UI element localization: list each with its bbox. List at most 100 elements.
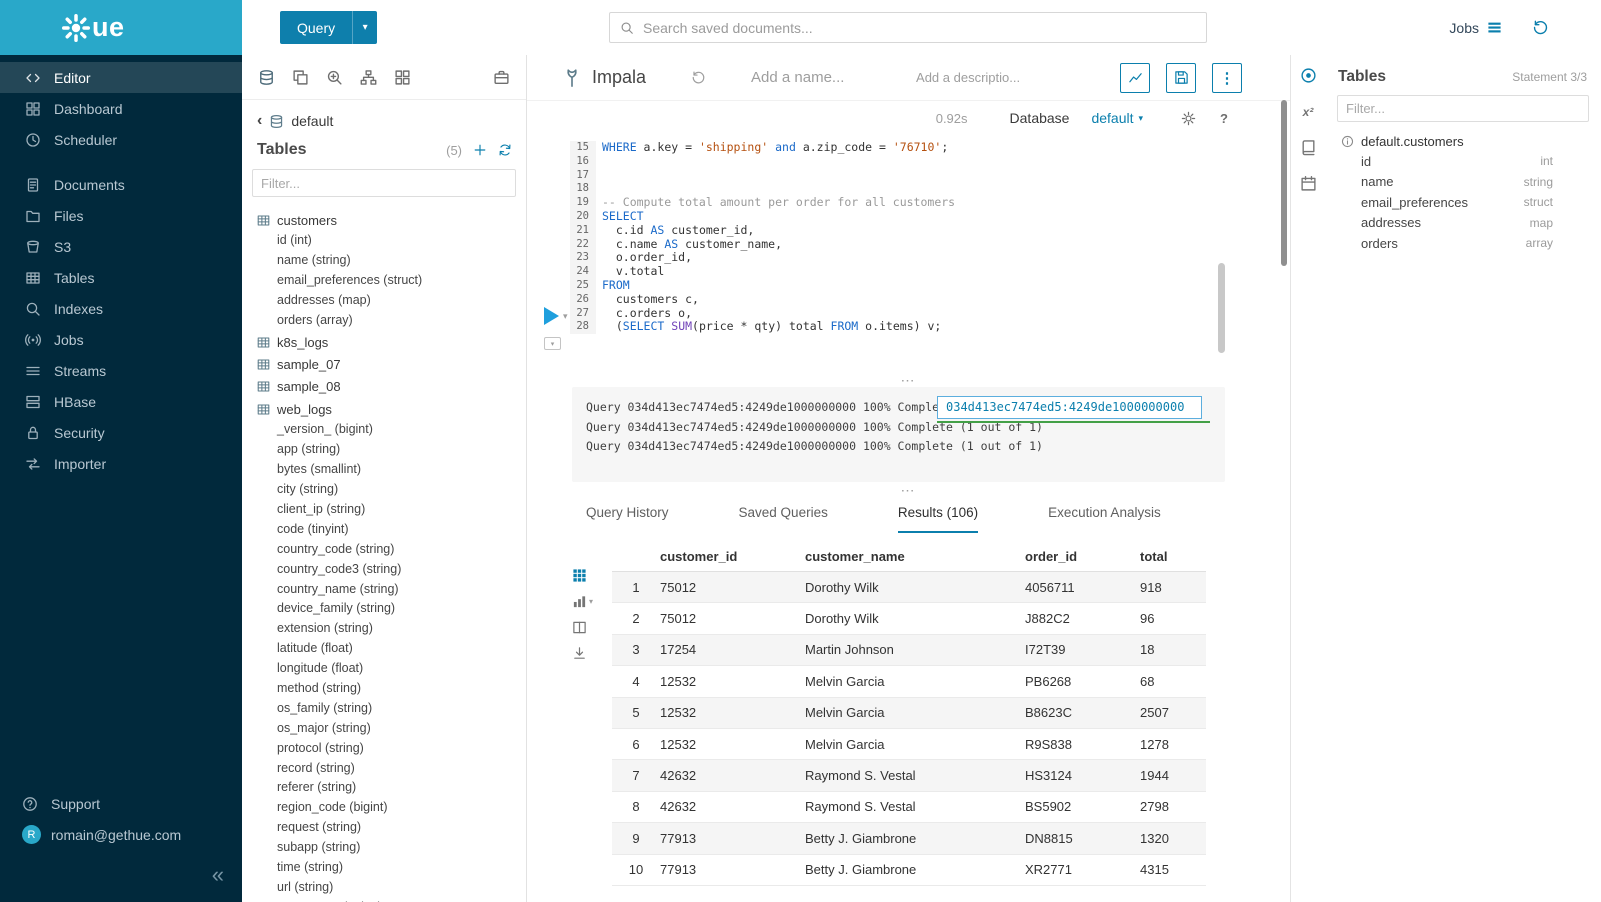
add-table-icon[interactable] [473, 143, 487, 157]
sidebar-item-dashboard[interactable]: Dashboard [0, 93, 242, 124]
help-icon[interactable]: ? [1220, 111, 1228, 126]
sidebar-item-user[interactable]: R romain@gethue.com [0, 819, 242, 850]
active-table[interactable]: default.customers [1325, 124, 1601, 151]
code-editor[interactable]: 15WHERE a.key = 'shipping' and a.zip_cod… [570, 141, 1290, 334]
code-line[interactable]: 18 [570, 182, 1290, 196]
assist-column[interactable]: time (string) [257, 858, 526, 878]
table-filter-input[interactable] [252, 169, 516, 197]
chart-button[interactable] [1120, 63, 1150, 93]
assist-table-sample-07[interactable]: sample_07 [257, 353, 526, 375]
code-line[interactable]: 22 c.name AS customer_name, [570, 238, 1290, 252]
assist-column[interactable]: referer (string) [257, 778, 526, 798]
query-history-icon[interactable] [691, 70, 706, 85]
editor-settings-button[interactable]: ▾ [544, 337, 561, 350]
assist-column[interactable]: request (string) [257, 818, 526, 838]
column-header-customer-id[interactable]: customer_id [660, 549, 805, 564]
query-name-input[interactable] [751, 69, 861, 86]
query-id-tooltip[interactable]: 034d413ec7474ed5:4249de1000000000 [937, 396, 1202, 419]
code-line[interactable]: 27 c.orders o, [570, 307, 1290, 321]
assist-column[interactable]: country_name (string) [257, 580, 526, 600]
execute-button[interactable] [544, 307, 559, 325]
tab-execution-analysis[interactable]: Execution Analysis [1048, 505, 1161, 533]
chart-view-icon[interactable] [572, 594, 587, 609]
sidebar-item-indexes[interactable]: Indexes [0, 293, 242, 324]
jobs-link[interactable]: Jobs [1449, 20, 1502, 36]
code-line[interactable]: 21 c.id AS customer_id, [570, 224, 1290, 238]
save-button[interactable] [1166, 63, 1196, 93]
assist-column[interactable]: code (tinyint) [257, 520, 526, 540]
code-line[interactable]: 15WHERE a.key = 'shipping' and a.zip_cod… [570, 141, 1290, 155]
column-header-total[interactable]: total [1140, 549, 1206, 564]
query-description-input[interactable] [916, 70, 1034, 85]
databases-icon[interactable] [258, 69, 275, 86]
sidebar-item-importer[interactable]: Importer [0, 448, 242, 479]
query-button-label[interactable]: Query [280, 11, 352, 44]
new-query-button[interactable]: Query ▾ [280, 11, 377, 44]
assist-table-web-logs[interactable]: web_logs [257, 398, 526, 420]
sitemap-icon[interactable] [360, 69, 377, 86]
ra-column-orders[interactable]: ordersarray [1325, 233, 1601, 254]
query-dropdown-caret[interactable]: ▾ [352, 11, 377, 44]
assist-column[interactable]: os_major (string) [257, 719, 526, 739]
code-line[interactable]: 25FROM [570, 279, 1290, 293]
chart-options-caret[interactable]: ▾ [589, 597, 593, 606]
assist-table-sample-08[interactable]: sample_08 [257, 376, 526, 398]
sidebar-item-streams[interactable]: Streams [0, 355, 242, 386]
assist-table-customers[interactable]: customers [257, 209, 526, 231]
code-line[interactable]: 17 [570, 169, 1290, 183]
assistant-icon[interactable] [1300, 67, 1317, 84]
sidebar-item-tables[interactable]: Tables [0, 262, 242, 293]
download-icon[interactable] [572, 646, 587, 661]
columns-view-icon[interactable] [572, 620, 587, 635]
code-line[interactable]: 20SELECT [570, 210, 1290, 224]
assist-table-k8s-logs[interactable]: k8s_logs [257, 331, 526, 353]
sidebar-item-editor[interactable]: Editor [0, 62, 242, 93]
code-line[interactable]: 28 (SELECT SUM(price * qty) total FROM o… [570, 320, 1290, 334]
execute-options-caret[interactable]: ▾ [563, 311, 568, 322]
assist-column[interactable]: device_family (string) [257, 599, 526, 619]
assist-column[interactable]: region_code (bigint) [257, 798, 526, 818]
assist-column[interactable]: longitude (float) [257, 659, 526, 679]
main-scrollbar[interactable] [1281, 100, 1287, 266]
resize-handle-bottom[interactable]: ⋯ [527, 485, 1290, 497]
assist-column[interactable]: method (string) [257, 679, 526, 699]
schedule-icon[interactable] [1300, 175, 1317, 192]
assist-column[interactable]: orders (array) [257, 311, 526, 331]
refresh-icon[interactable] [498, 143, 512, 157]
sidebar-item-hbase[interactable]: HBase [0, 386, 242, 417]
resize-handle-top[interactable]: ⋯ [527, 375, 1290, 387]
back-chevron-icon[interactable]: ‹ [257, 113, 262, 129]
info-icon[interactable] [1341, 135, 1354, 148]
assist-column[interactable]: country_code (string) [257, 540, 526, 560]
database-selector[interactable]: default▾ [1091, 110, 1143, 126]
settings-gear-icon[interactable] [1181, 111, 1196, 126]
workload-icon[interactable] [493, 69, 510, 86]
assist-column[interactable]: country_code3 (string) [257, 560, 526, 580]
assist-column[interactable]: addresses (map) [257, 291, 526, 311]
documents-assist-icon[interactable] [292, 69, 309, 86]
apps-grid-icon[interactable] [394, 69, 411, 86]
sidebar-item-jobs[interactable]: Jobs [0, 324, 242, 355]
assist-column[interactable]: _version_ (bigint) [257, 420, 526, 440]
more-actions-button[interactable]: ⋮ [1212, 63, 1242, 93]
assist-column[interactable]: url (string) [257, 878, 526, 898]
code-line[interactable]: 19-- Compute total amount per order for … [570, 196, 1290, 210]
search-assist-icon[interactable] [326, 69, 343, 86]
collapse-sidebar-icon[interactable]: « [212, 862, 224, 888]
sidebar-item-scheduler[interactable]: Scheduler [0, 124, 242, 155]
ra-filter-input[interactable] [1337, 95, 1589, 122]
sidebar-item-s3[interactable]: S3 [0, 231, 242, 262]
assist-column[interactable]: app (string) [257, 440, 526, 460]
tab-results-106[interactable]: Results (106) [898, 505, 978, 533]
global-search[interactable] [609, 12, 1207, 43]
assist-column[interactable]: os_family (string) [257, 699, 526, 719]
sidebar-item-documents[interactable]: Documents [0, 169, 242, 200]
assist-column[interactable]: subapp (string) [257, 838, 526, 858]
code-line[interactable]: 24 v.total [570, 265, 1290, 279]
editor-scrollbar[interactable] [1218, 263, 1225, 353]
functions-icon[interactable]: x² [1303, 103, 1314, 120]
history-icon[interactable] [1532, 19, 1549, 36]
search-input[interactable] [643, 20, 1196, 36]
sidebar-item-support[interactable]: Support [0, 788, 242, 819]
ra-column-addresses[interactable]: addressesmap [1325, 213, 1601, 234]
